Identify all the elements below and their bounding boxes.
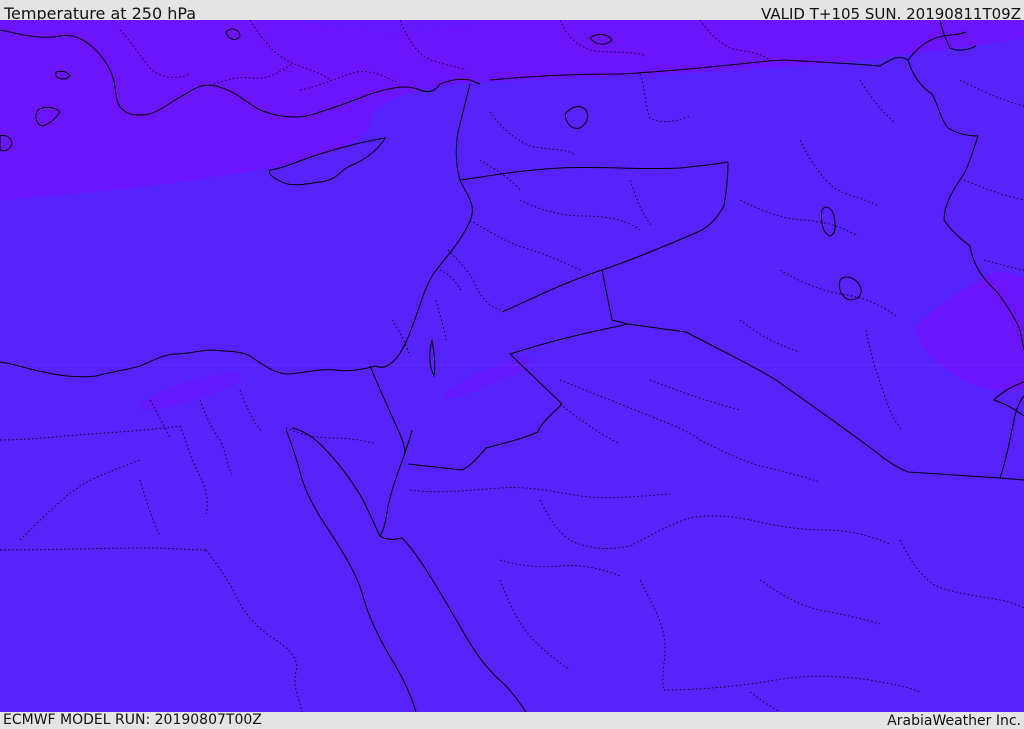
credit-label: ArabiaWeather Inc. — [887, 713, 1021, 729]
map-frame: Temperature at 250 hPa VALID T+105 SUN. … — [0, 0, 1024, 729]
temperature-map[interactable] — [0, 20, 1024, 712]
model-run-label: ECMWF MODEL RUN: 20190807T00Z — [3, 712, 262, 728]
